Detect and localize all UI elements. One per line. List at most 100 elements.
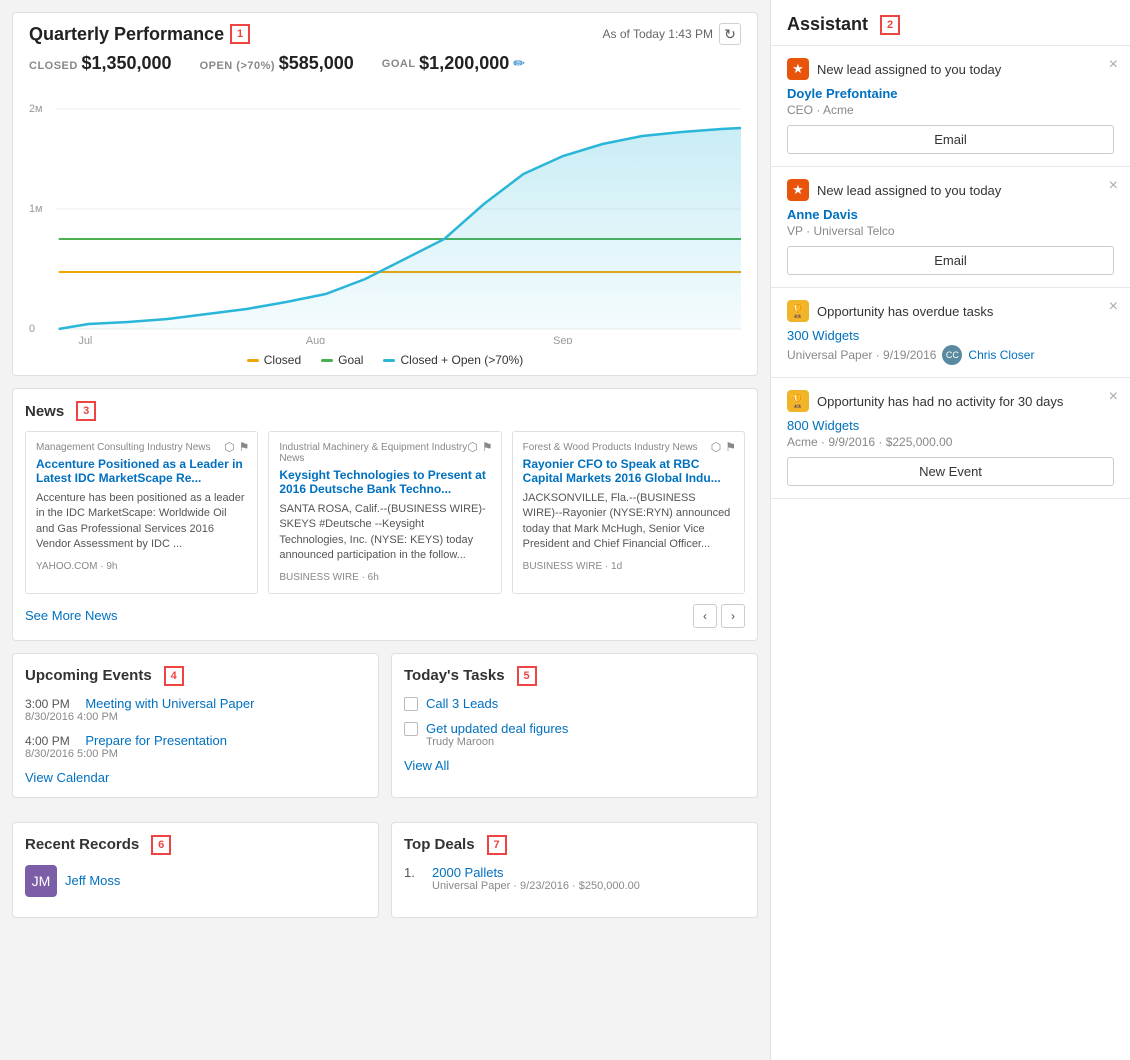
timestamp: As of Today 1:43 PM ↻	[602, 23, 741, 45]
view-calendar-link[interactable]: View Calendar	[25, 770, 366, 785]
svg-text:Sep: Sep	[553, 335, 572, 344]
email-button-0[interactable]: Email	[787, 125, 1114, 154]
record-name-0[interactable]: Jeff Moss	[65, 873, 120, 888]
record-row-0: JM Jeff Moss	[25, 865, 366, 897]
news-next-button[interactable]: ›	[721, 604, 745, 628]
news-share-icon-2[interactable]: ⬡	[711, 440, 721, 454]
assistant-card-0: × ★ New lead assigned to you today Doyle…	[771, 46, 1130, 167]
new-event-button-3[interactable]: New Event	[787, 457, 1114, 486]
news-prev-button[interactable]: ‹	[693, 604, 717, 628]
star-icon-0: ★	[787, 58, 809, 80]
event-name-1[interactable]: Prepare for Presentation	[85, 733, 227, 748]
opp-name-2[interactable]: 300 Widgets	[787, 328, 1114, 343]
task-row-0: Call 3 Leads	[404, 696, 745, 711]
edit-goal-icon[interactable]: ✏	[513, 55, 525, 72]
news-title: News	[25, 403, 64, 420]
events-badge: 4	[164, 666, 184, 686]
chart-legend: Closed Goal Closed + Open (>70%)	[29, 353, 741, 367]
card-title-3: Opportunity has had no activity for 30 d…	[817, 394, 1063, 409]
deals-title: Top Deals	[404, 836, 475, 853]
trophy-icon-3: 🏆	[787, 390, 809, 412]
news-share-icon-1[interactable]: ⬡	[467, 440, 477, 454]
trophy-icon-2: 🏆	[787, 300, 809, 322]
opp-sub-3: Acme · 9/9/2016 · $225,000.00	[787, 435, 1114, 449]
legend-closed-open: Closed + Open (>70%)	[400, 353, 523, 367]
news-source-1: Industrial Machinery & Equipment Industr…	[279, 442, 490, 464]
closed-label: CLOSED	[29, 60, 78, 72]
news-article-1: ⬡ ⚑ Industrial Machinery & Equipment Ind…	[268, 431, 501, 594]
opp-avatar-2: CC	[942, 345, 962, 365]
section-badge-1: 1	[230, 24, 250, 44]
svg-text:Jul: Jul	[78, 335, 92, 344]
page-title: Quarterly Performance	[29, 24, 224, 45]
assistant-card-1: × ★ New lead assigned to you today Anne …	[771, 167, 1130, 288]
opp-name-3[interactable]: 800 Widgets	[787, 418, 1114, 433]
star-icon-1: ★	[787, 179, 809, 201]
deal-row-0: 1. 2000 Pallets Universal Paper · 9/23/2…	[404, 865, 745, 892]
news-flag-icon-0[interactable]: ⚑	[239, 440, 250, 454]
svg-text:1м: 1м	[29, 203, 43, 215]
performance-chart: 2м 1м 0 Jul Aug Sep	[29, 84, 741, 344]
assistant-card-2: × 🏆 Opportunity has overdue tasks 300 Wi…	[771, 288, 1130, 378]
card-title-2: Opportunity has overdue tasks	[817, 304, 993, 319]
news-snippet-1: SANTA ROSA, Calif.--(BUSINESS WIRE)- SKE…	[279, 502, 490, 564]
todays-tasks-section: Today's Tasks 5 Call 3 Leads Get updated…	[391, 653, 758, 798]
close-card-3[interactable]: ×	[1109, 388, 1118, 406]
svg-text:2м: 2м	[29, 103, 43, 115]
record-avatar-0: JM	[25, 865, 57, 897]
news-section: News 3 ⬡ ⚑ Management Consulting Industr…	[12, 388, 758, 641]
events-title: Upcoming Events	[25, 667, 152, 684]
record-initials-0: JM	[32, 873, 51, 889]
view-all-tasks-link[interactable]: View All	[404, 758, 745, 773]
assistant-title: Assistant	[787, 14, 868, 35]
opp-sub-2: Universal Paper · 9/19/2016 CC Chris Clo…	[787, 345, 1114, 365]
open-value: $585,000	[279, 53, 354, 73]
lead-name-1[interactable]: Anne Davis	[787, 207, 1114, 222]
task-checkbox-0[interactable]	[404, 697, 418, 711]
news-footer-0: YAHOO.COM · 9h	[36, 561, 247, 572]
close-card-2[interactable]: ×	[1109, 298, 1118, 316]
refresh-button[interactable]: ↻	[719, 23, 741, 45]
task-row-1: Get updated deal figures Trudy Maroon	[404, 721, 745, 748]
deal-sub-0: Universal Paper · 9/23/2016 · $250,000.0…	[432, 880, 640, 892]
deal-name-0[interactable]: 2000 Pallets	[432, 865, 640, 880]
event-row-1: 4:00 PM Prepare for Presentation 8/30/20…	[25, 733, 366, 760]
close-card-0[interactable]: ×	[1109, 56, 1118, 74]
news-snippet-2: JACKSONVILLE, Fla.--(BUSINESS WIRE)--Ray…	[523, 491, 734, 553]
tasks-badge: 5	[517, 666, 537, 686]
records-title: Recent Records	[25, 836, 139, 853]
performance-stats: CLOSED $1,350,000 OPEN (>70%) $585,000 G…	[29, 53, 741, 74]
news-headline-1[interactable]: Keysight Technologies to Present at 2016…	[279, 468, 490, 496]
deals-badge: 7	[487, 835, 507, 855]
see-more-news-link[interactable]: See More News	[25, 608, 117, 623]
news-flag-icon-2[interactable]: ⚑	[725, 440, 736, 454]
close-card-1[interactable]: ×	[1109, 177, 1118, 195]
email-button-1[interactable]: Email	[787, 246, 1114, 275]
event-time-0: 3:00 PM	[25, 697, 70, 711]
event-name-0[interactable]: Meeting with Universal Paper	[85, 696, 254, 711]
svg-text:0: 0	[29, 323, 35, 335]
news-snippet-0: Accenture has been positioned as a leade…	[36, 491, 247, 553]
task-name-1[interactable]: Get updated deal figures	[426, 721, 568, 736]
news-badge: 3	[76, 401, 96, 421]
task-checkbox-1[interactable]	[404, 722, 418, 736]
legend-goal: Goal	[338, 353, 363, 367]
upcoming-events-section: Upcoming Events 4 3:00 PM Meeting with U…	[12, 653, 379, 798]
task-name-0[interactable]: Call 3 Leads	[426, 696, 498, 711]
news-article-2: ⬡ ⚑ Forest & Wood Products Industry News…	[512, 431, 745, 594]
records-badge: 6	[151, 835, 171, 855]
news-headline-0[interactable]: Accenture Positioned as a Leader in Late…	[36, 457, 247, 485]
event-date-1: 8/30/2016 5:00 PM	[25, 748, 366, 760]
news-footer-1: BUSINESS WIRE · 6h	[279, 572, 490, 583]
event-date-0: 8/30/2016 4:00 PM	[25, 711, 366, 723]
svg-text:Aug: Aug	[306, 335, 325, 344]
event-time-1: 4:00 PM	[25, 734, 70, 748]
news-share-icon-0[interactable]: ⬡	[224, 440, 234, 454]
card-title-1: New lead assigned to you today	[817, 183, 1001, 198]
lead-name-0[interactable]: Doyle Prefontaine	[787, 86, 1114, 101]
news-flag-icon-1[interactable]: ⚑	[482, 440, 493, 454]
event-row-0: 3:00 PM Meeting with Universal Paper 8/3…	[25, 696, 366, 723]
news-headline-2[interactable]: Rayonier CFO to Speak at RBC Capital Mar…	[523, 457, 734, 485]
assistant-panel: Assistant 2 × ★ New lead assigned to you…	[770, 0, 1130, 1060]
opp-person-link-2[interactable]: Chris Closer	[968, 348, 1034, 362]
